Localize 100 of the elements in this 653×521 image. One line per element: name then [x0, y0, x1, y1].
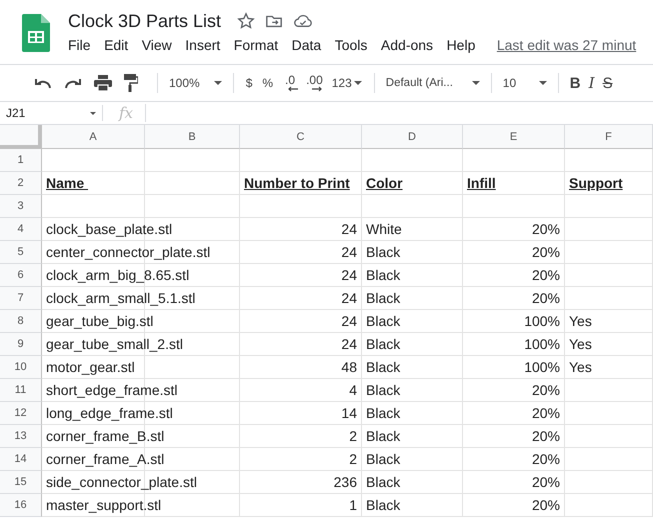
zoom-dropdown[interactable]: 100% [165, 74, 226, 92]
currency-format-button[interactable]: $ [240, 74, 258, 92]
table-cell: clock_arm_big_8.65.stl [42, 264, 240, 287]
table-cell: 20% [463, 218, 565, 241]
table-cell: Name [42, 172, 145, 195]
table-cell: White [362, 218, 463, 241]
table-cell: short_edge_frame.stl [42, 379, 240, 402]
right-arrow-icon [312, 86, 322, 92]
table-cell: Black [362, 287, 463, 310]
font-dropdown[interactable]: Default (Ari... [382, 75, 484, 91]
menu-item[interactable]: View [142, 37, 172, 53]
print-icon[interactable] [94, 75, 112, 91]
menu-item[interactable]: Add-ons [380, 37, 434, 53]
row-header[interactable]: 11 [0, 379, 42, 402]
row-header[interactable]: 14 [0, 448, 42, 471]
table-cell: clock_arm_small_5.1.stl [42, 287, 240, 310]
table-cell: side_connector_plate.stl [42, 471, 240, 494]
table-cell: 24 [240, 264, 362, 287]
row-header[interactable]: 8 [0, 310, 42, 333]
font-size-dropdown[interactable]: 10 [498, 74, 551, 92]
column-header[interactable]: E [463, 125, 565, 149]
table-cell: 14 [240, 402, 362, 425]
table-cell: Black [362, 264, 463, 287]
row-header[interactable]: 13 [0, 425, 42, 448]
row-header[interactable]: 4 [0, 218, 42, 241]
row-header[interactable]: 3 [0, 195, 42, 218]
table-cell: 48 [240, 356, 362, 379]
row-header[interactable]: 10 [0, 356, 42, 379]
table-cell: gear_tube_small_2.stl [42, 333, 240, 356]
table-cell: Color [362, 172, 463, 195]
menu-item[interactable]: Data [292, 37, 322, 53]
sheets-logo-icon[interactable] [22, 14, 50, 52]
table-cell: 2 [240, 448, 362, 471]
table-cell: clock_base_plate.stl [42, 218, 240, 241]
table-cell: 4 [240, 379, 362, 402]
menu-item[interactable]: Tools [334, 37, 368, 53]
row-header[interactable]: 5 [0, 241, 42, 264]
table-cell: 24 [240, 218, 362, 241]
percent-format-button[interactable]: % [257, 74, 278, 92]
menu-item[interactable]: Format [234, 37, 278, 53]
decrease-decimal-button[interactable]: .0 [278, 74, 302, 92]
column-header[interactable]: F [565, 125, 653, 149]
name-box[interactable]: J21 [0, 105, 103, 121]
row-header[interactable]: 12 [0, 402, 42, 425]
row-header[interactable]: 6 [0, 264, 42, 287]
table-cell: 20% [463, 425, 565, 448]
table-cell: 100% [463, 310, 565, 333]
table-cell: 100% [463, 356, 565, 379]
italic-button[interactable]: I [584, 72, 599, 94]
cloud-icon[interactable] [293, 13, 314, 29]
bold-button[interactable]: B [566, 72, 585, 94]
table-cell: Black [362, 471, 463, 494]
formula-label: fx [103, 104, 146, 122]
table-cell: 20% [463, 448, 565, 471]
table-cell: 20% [463, 471, 565, 494]
menu-item[interactable]: Help [446, 37, 476, 53]
table-cell: 20% [463, 287, 565, 310]
row-header[interactable]: 1 [0, 149, 42, 172]
increase-decimal-button[interactable]: .00 [302, 74, 327, 92]
table-cell: 24 [240, 287, 362, 310]
column-header[interactable]: B [145, 125, 240, 149]
column-header[interactable]: D [362, 125, 463, 149]
table-cell: 20% [463, 402, 565, 425]
table-cell: Black [362, 448, 463, 471]
column-header[interactable]: C [240, 125, 362, 149]
left-arrow-icon [288, 86, 298, 92]
table-cell: Black [362, 333, 463, 356]
row-header[interactable]: 9 [0, 333, 42, 356]
table-cell: long_edge_frame.stl [42, 402, 240, 425]
menu-item[interactable]: File [68, 37, 91, 53]
row-header[interactable]: 16 [0, 494, 42, 517]
table-cell: Yes [565, 310, 653, 333]
table-cell: corner_frame_B.stl [42, 425, 240, 448]
strikethrough-button[interactable]: S [598, 72, 617, 94]
row-header[interactable]: 15 [0, 471, 42, 494]
table-cell: 100% [463, 333, 565, 356]
table-cell: corner_frame_A.stl [42, 448, 240, 471]
row-header[interactable]: 7 [0, 287, 42, 310]
table-cell: 2 [240, 425, 362, 448]
table-cell: Black [362, 379, 463, 402]
undo-icon[interactable] [34, 77, 52, 89]
paint-format-icon[interactable] [124, 74, 138, 92]
table-cell: 24 [240, 333, 362, 356]
table-cell: Black [362, 402, 463, 425]
number-format-dropdown[interactable]: 123 [326, 74, 367, 92]
table-cell: Black [362, 310, 463, 333]
column-header[interactable]: A [42, 125, 145, 149]
menu-item[interactable]: Edit [104, 37, 128, 53]
table-cell: Infill [463, 172, 565, 195]
table-cell: 20% [463, 379, 565, 402]
table-cell: Yes [565, 333, 653, 356]
table-cell: Yes [565, 356, 653, 379]
star-icon[interactable] [237, 12, 256, 30]
redo-icon[interactable] [64, 77, 82, 89]
table-cell: 20% [463, 241, 565, 264]
document-title[interactable]: Clock 3D Parts List [68, 10, 222, 32]
row-header[interactable]: 2 [0, 172, 42, 195]
table-cell: Support [565, 172, 653, 195]
last-edit-link[interactable]: Last edit was 27 minut [496, 37, 636, 53]
menu-item[interactable]: Insert [185, 37, 220, 53]
